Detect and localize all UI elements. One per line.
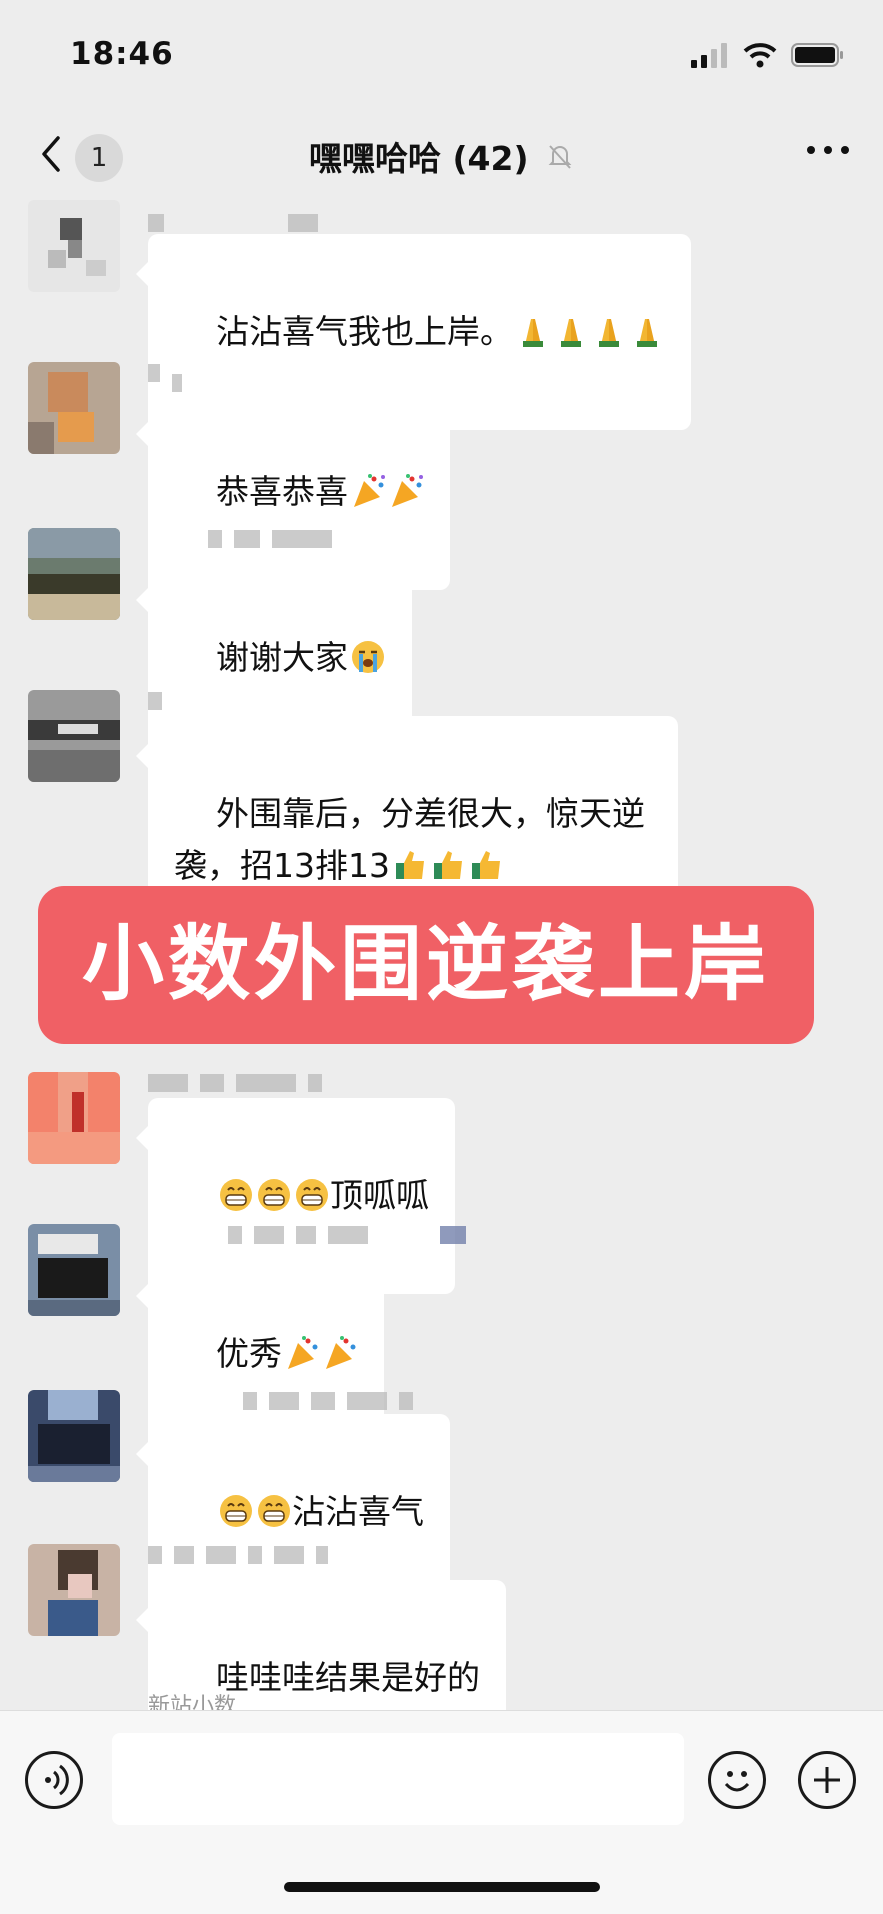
sender-name-masked — [148, 528, 332, 550]
party-popper-icon — [391, 474, 423, 507]
message-text: 谢谢大家 — [215, 638, 348, 677]
folded-hands-icon — [636, 319, 657, 347]
avatar[interactable] — [28, 690, 120, 782]
voice-icon — [45, 1764, 69, 1796]
loudly-crying-face-icon — [351, 641, 384, 673]
avatar[interactable] — [28, 1072, 120, 1164]
smiley-icon — [724, 1771, 750, 1792]
grinning-face-icon — [257, 1179, 290, 1211]
voice-input-button[interactable] — [25, 1751, 83, 1809]
emoji-button[interactable] — [708, 1751, 766, 1809]
thumbs-up-icon — [395, 851, 424, 879]
chat-title: 嘿嘿哈哈 (42) — [308, 139, 529, 178]
folded-hands-icon — [522, 319, 543, 347]
message-text: 恭喜恭喜 — [215, 472, 348, 511]
status-time: 18:46 — [70, 36, 174, 72]
mute-bell-icon — [548, 145, 572, 169]
sender-name-masked — [148, 362, 182, 392]
status-icons — [691, 42, 845, 68]
more-options-button[interactable] — [807, 146, 849, 154]
message-text: 哇哇哇结果是好的 — [215, 1658, 480, 1697]
sender-name-masked — [148, 1224, 466, 1246]
chat-header: 1 嘿嘿哈哈 (42) — [0, 110, 883, 200]
plus-icon — [814, 1767, 840, 1793]
chat-title-area[interactable]: 嘿嘿哈哈 (42) — [0, 132, 883, 180]
grinning-face-icon — [219, 1179, 252, 1211]
avatar[interactable] — [28, 1390, 120, 1482]
folded-hands-icon — [560, 319, 581, 347]
sender-name-masked — [148, 1390, 413, 1412]
grinning-face-icon — [257, 1495, 290, 1527]
avatar[interactable] — [28, 1224, 120, 1316]
avatar[interactable] — [28, 200, 120, 292]
thumbs-up-icon — [433, 851, 462, 879]
thumbs-up-icon — [471, 851, 500, 879]
party-popper-icon — [287, 1336, 318, 1369]
message-text: 沾沾喜气 — [291, 1492, 424, 1531]
sender-name-masked — [148, 690, 162, 712]
party-popper-icon — [325, 1336, 356, 1369]
sender-name-masked — [148, 212, 318, 234]
folded-hands-icon — [598, 319, 619, 347]
grinning-face-icon — [219, 1495, 252, 1527]
battery-icon — [791, 43, 843, 67]
grinning-face-icon — [295, 1179, 328, 1211]
home-indicator — [284, 1882, 600, 1892]
party-popper-icon — [353, 474, 385, 507]
wifi-icon — [743, 43, 777, 68]
avatar[interactable] — [28, 362, 120, 454]
signal-icon — [691, 43, 727, 68]
message-text: 顶呱呱 — [329, 1176, 429, 1215]
avatar[interactable] — [28, 1544, 120, 1636]
message-input[interactable] — [112, 1733, 684, 1825]
highlight-banner: 小数外围逆袭上岸 — [38, 886, 814, 1044]
message-text: 优秀 — [215, 1334, 282, 1373]
avatar[interactable] — [28, 528, 120, 620]
more-actions-button[interactable] — [798, 1751, 856, 1809]
message-text: 沾沾喜气我也上岸。 — [215, 312, 513, 351]
sender-name-masked — [148, 1072, 322, 1094]
sender-name-masked — [148, 1544, 328, 1566]
status-bar: 18:46 — [0, 0, 883, 110]
